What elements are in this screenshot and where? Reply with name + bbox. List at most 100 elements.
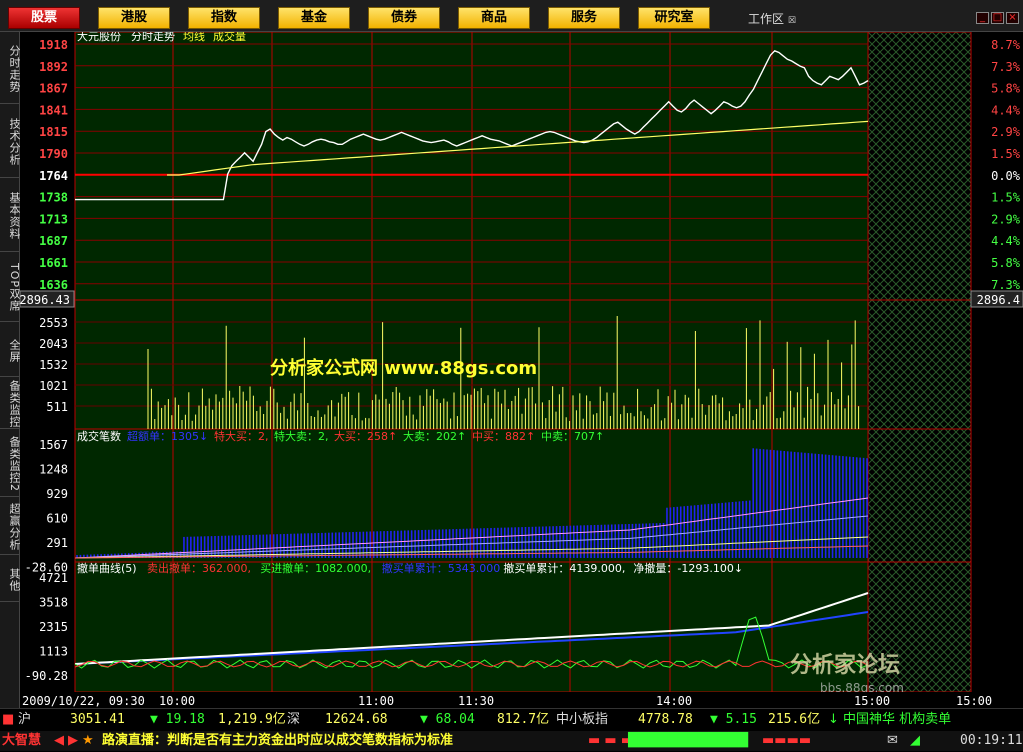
vol-label-3: 1021 <box>39 379 68 393</box>
sh-index-value: 3051.41 <box>70 712 125 727</box>
vertical-tab-bar: 分时走势 技术分析 基本资料 TOP双席 全屏 备类监控 备类监控2 超赢分析 其他 <box>0 32 21 708</box>
price-label-4: 1815 <box>39 125 68 139</box>
time-label-0: 2009/10/22, 09:30 <box>22 694 145 708</box>
dropdown-icon: ☒ <box>787 16 796 26</box>
sidebar-tab-6[interactable]: 备类监控2 <box>0 429 21 497</box>
tab-hk-stock[interactable]: 港股 <box>98 7 170 29</box>
panel3-ylabel-3: 1113 <box>39 645 68 659</box>
sz-index-change: ▼ 68.04 <box>420 712 475 727</box>
top-nav-bar: 股票 港股 指数 基金 债券 商品 服务 研究室 工作区 ☒ _ □ × <box>0 0 1023 32</box>
sidebar-tab-3[interactable]: TOP双席 <box>0 252 21 322</box>
panel3-ylabel-4: -90.28 <box>25 669 68 683</box>
watermark-text: 分析家公式网 www.88gs.com <box>270 357 537 379</box>
time-label-2: 11:00 <box>358 694 394 708</box>
sidebar-tab-1[interactable]: 技术分析 <box>0 104 21 178</box>
tab-stock[interactable]: 股票 <box>8 7 80 29</box>
minimize-icon[interactable]: _ <box>976 12 989 24</box>
panel3-legend-1: 买进撤单：1082.000, <box>260 561 371 575</box>
panel3-legend-4: 净撤量：-1293.100↓ <box>633 561 743 575</box>
price-label-2: 1867 <box>39 82 68 96</box>
pct-label-10: 5.8% <box>991 256 1021 270</box>
sz-turnover: 812.7亿 <box>497 712 550 727</box>
time-label-3: 11:30 <box>458 694 494 708</box>
pct-label-6: 0.0% <box>991 169 1021 183</box>
brand-label: 大智慧 <box>2 733 42 748</box>
price-label-6: 1764 <box>39 169 68 183</box>
star-icon: ★ <box>82 733 94 748</box>
sidebar-tab-2[interactable]: 基本资料 <box>0 178 21 252</box>
pct-label-9: 4.4% <box>991 234 1021 248</box>
price-label-1: 1892 <box>39 60 68 74</box>
maximize-icon[interactable]: □ <box>991 12 1004 24</box>
time-label-1: 10:00 <box>159 694 195 708</box>
time-label-4: 14:00 <box>656 694 692 708</box>
sidebar-tab-4[interactable]: 全屏 <box>0 322 21 377</box>
pct-label-11: 7.3% <box>991 278 1021 292</box>
sz-label: 深 <box>287 712 301 727</box>
market-strength-bar-2: ▬▬▬▬ <box>762 733 812 748</box>
sidebar-tab-8[interactable]: 其他 <box>0 555 21 602</box>
avg-label: 均线 <box>183 32 205 43</box>
vol-label: 成交量 <box>213 32 246 43</box>
pct-label-7: 1.5% <box>991 191 1021 205</box>
panel3-title: 撤单曲线(5) <box>77 561 137 575</box>
panel2-ylabel-3: 610 <box>46 512 68 526</box>
close-icon[interactable]: × <box>1006 12 1019 24</box>
forum-watermark: 分析家论坛 <box>790 652 900 678</box>
panel3-legend-3: 撤买单累计：4139.000, <box>503 561 625 575</box>
cursor-value-right: 2896.4 <box>977 293 1020 307</box>
price-label-8: 1713 <box>39 212 68 226</box>
price-label-11: 1636 <box>39 278 68 292</box>
tab-fund[interactable]: 基金 <box>278 7 350 29</box>
price-label-3: 1841 <box>39 103 68 117</box>
vol-label-0: 2553 <box>39 316 68 330</box>
panel2-ylabel-1: 1248 <box>39 463 68 477</box>
sme-turnover: 215.6亿 <box>768 712 821 727</box>
mail-icon[interactable]: ✉ <box>887 731 898 751</box>
sme-index-change: ▼ 5.15 <box>710 712 757 727</box>
exchange-icon: ■ <box>2 712 15 727</box>
price-label-5: 1790 <box>39 147 68 161</box>
vol-label-4: 511 <box>46 400 68 414</box>
sidebar-tab-0[interactable]: 分时走势 <box>0 32 21 104</box>
pct-label-8: 2.9% <box>991 212 1021 226</box>
tab-research[interactable]: 研究室 <box>638 7 710 29</box>
tab-service[interactable]: 服务 <box>548 7 620 29</box>
sidebar-tab-5[interactable]: 备类监控 <box>0 377 21 429</box>
sh-label: 沪 <box>18 712 32 727</box>
sidebar-tab-7[interactable]: 超赢分析 <box>0 497 21 555</box>
panel2-legend-0: 超额单：1305↓ <box>127 429 208 443</box>
panel3-legend-2: 撤买单累计：5343.000 <box>382 561 501 575</box>
pct-label-2: 5.8% <box>991 82 1021 96</box>
next-icon[interactable]: ▶ <box>68 731 78 751</box>
workzone-menu[interactable]: 工作区 ☒ <box>748 10 796 27</box>
sme-index-value: 4778.78 <box>638 712 693 727</box>
pct-label-3: 4.4% <box>991 103 1021 117</box>
cursor-value-left: 2896.43 <box>20 293 70 307</box>
broadcast-text[interactable]: 路演直播：判断是否有主力资金出时应以成交笔数指标为标准 <box>102 731 453 751</box>
time-label-5: 15:00 <box>854 694 890 708</box>
intraday-chart[interactable]: 1918 8.7% 1892 7.3% 1867 5.8% 1841 4.4% 1815 2.9%… <box>20 32 1023 708</box>
tab-bond[interactable]: 债券 <box>368 7 440 29</box>
vol-label-2: 1532 <box>39 358 68 372</box>
panel2-legend-1: 特大买：2, <box>214 429 269 443</box>
panel2-ylabel-4: 291 <box>46 536 68 550</box>
time-label-6: 15:00 <box>956 694 992 708</box>
index-ticker-row: ■ 沪 3051.41 ▼ 19.18 1,219.9亿 深 12624.68 … <box>0 711 1023 729</box>
price-label-10: 1661 <box>39 256 68 270</box>
panel2-legend-4: 大卖：202↑ <box>403 429 466 443</box>
sh-turnover: 1,219.9亿 <box>218 712 286 727</box>
prev-icon[interactable]: ◀ <box>54 731 64 751</box>
panel3-ylabel-1: 3518 <box>39 596 68 610</box>
app-window: 股票 港股 指数 基金 债券 商品 服务 研究室 工作区 ☒ _ □ × 分时走… <box>0 0 1023 752</box>
tab-index[interactable]: 指数 <box>188 7 260 29</box>
price-label-9: 1687 <box>39 234 68 248</box>
tab-commodity[interactable]: 商品 <box>458 7 530 29</box>
market-strength-bar: ████████████ <box>628 733 748 748</box>
sz-index-value: 12624.68 <box>325 712 388 727</box>
alert-icon[interactable]: ◢ <box>910 731 920 751</box>
sme-label: 中小板指 <box>556 712 609 727</box>
vol-label-1: 2043 <box>39 337 68 351</box>
panel2-legend-5: 中买：882↑ <box>472 430 535 443</box>
broadcast-row: 大智慧 ◀ ▶ ★ 路演直播：判断是否有主力资金出时应以成交笔数指标为标准 ▬ … <box>0 731 1023 751</box>
